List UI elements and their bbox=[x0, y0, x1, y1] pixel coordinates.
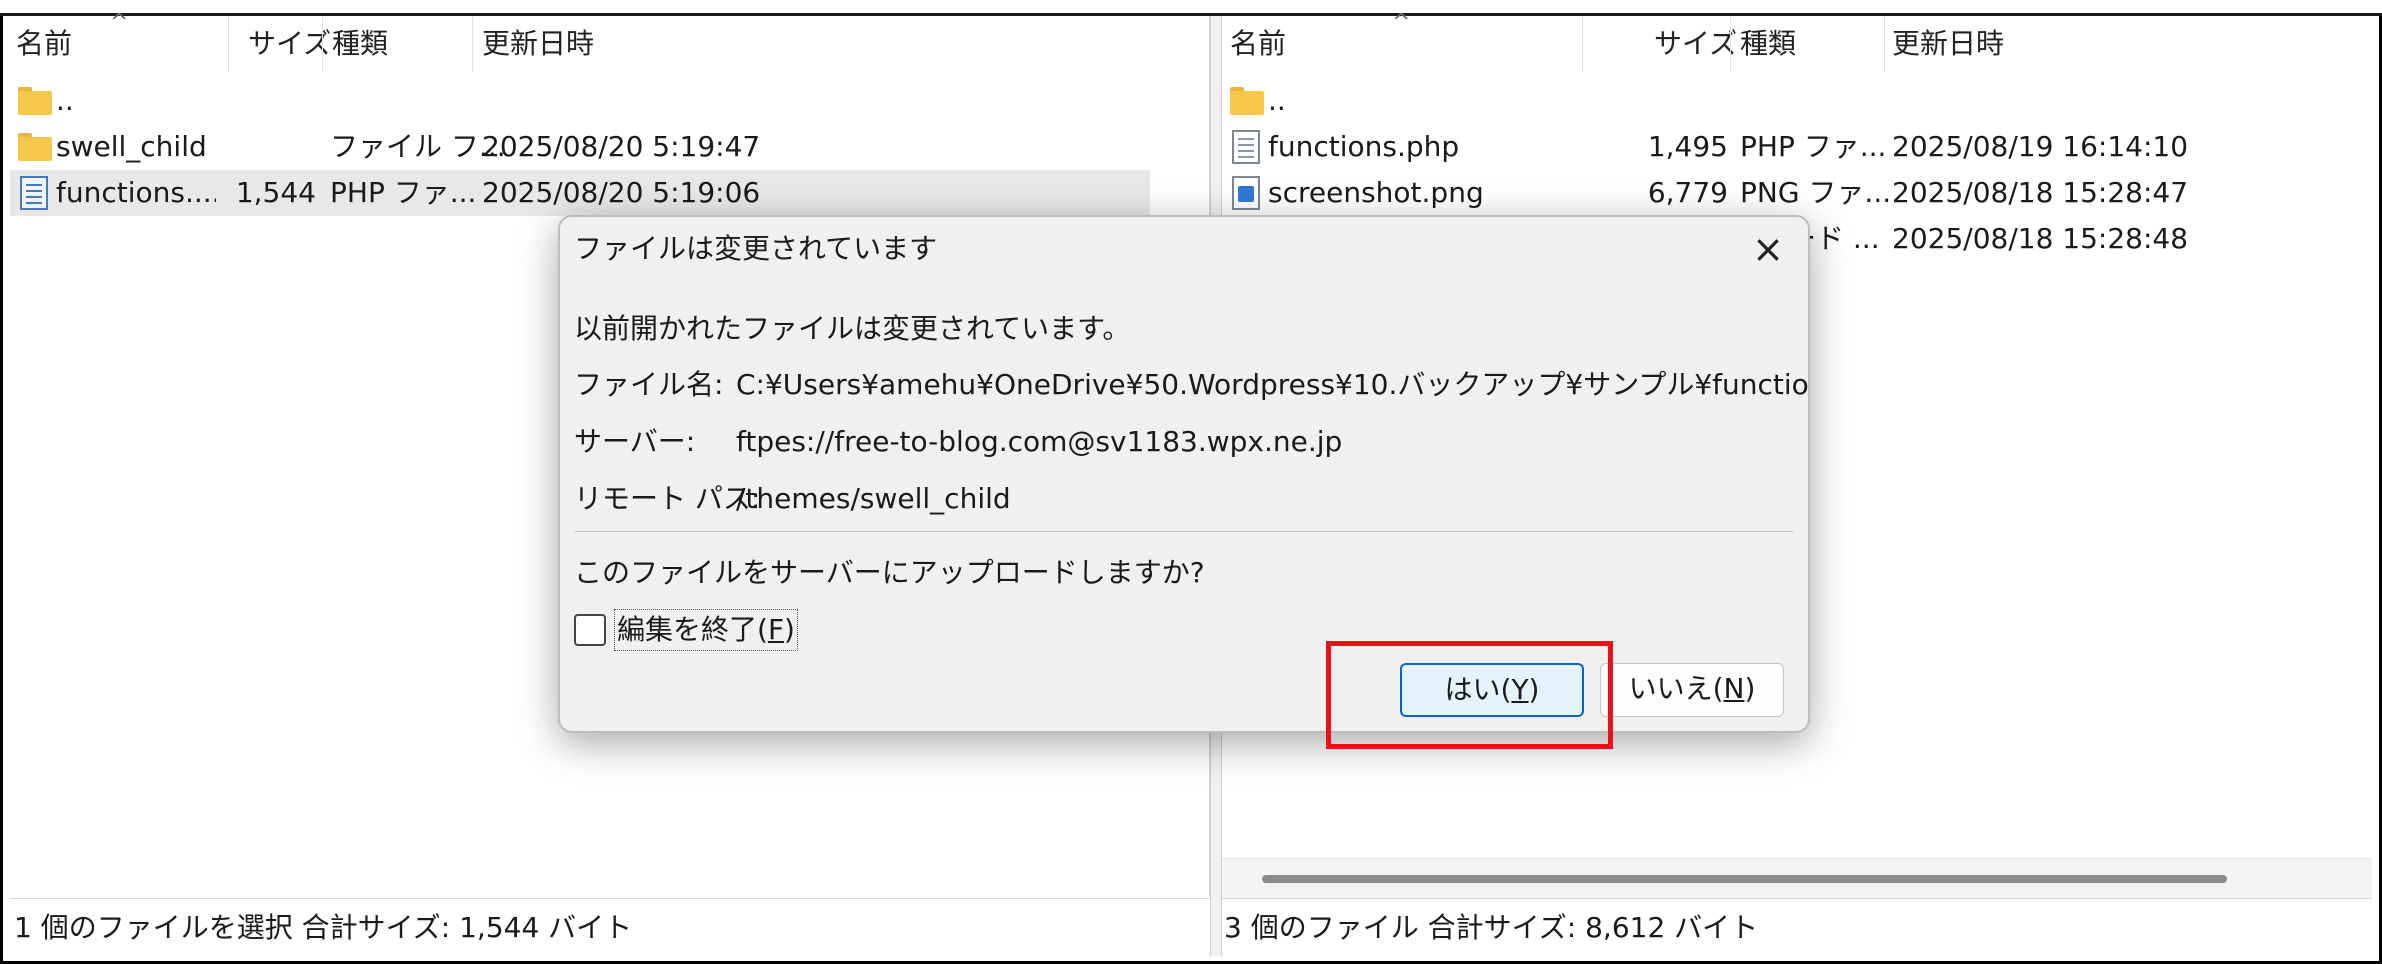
column-separator[interactable] bbox=[1730, 16, 1731, 72]
file-name: .. bbox=[56, 84, 74, 117]
folder-icon bbox=[18, 87, 52, 115]
annotation-highlight-box bbox=[1326, 641, 1613, 749]
file-modified: 2025/08/20 5:19:47 bbox=[482, 130, 761, 163]
file-row[interactable]: functions.php 1,495 PHP ファ... 2025/08/19… bbox=[1222, 124, 2372, 170]
filename-label: ファイル名: bbox=[574, 368, 724, 401]
no-button[interactable]: いいえ(N) bbox=[1600, 663, 1784, 717]
upload-question: このファイルをサーバーにアップロードしますか? bbox=[574, 556, 1205, 589]
file-row[interactable]: screenshot.png 6,779 PNG ファ... 2025/08/1… bbox=[1222, 170, 2372, 216]
remote-path-label: リモート パス: bbox=[574, 482, 761, 515]
dialog-message: 以前開かれたファイルは変更されています。 bbox=[574, 312, 1131, 345]
server-label: サーバー: bbox=[574, 425, 696, 458]
php-file-icon bbox=[20, 176, 48, 210]
server-value: ftpes://free-to-blog.com@sv1183.wpx.ne.j… bbox=[736, 425, 1343, 458]
column-type[interactable]: 種類 bbox=[1740, 24, 1796, 64]
php-file-icon bbox=[1232, 130, 1260, 164]
file-name: screenshot.png bbox=[1268, 176, 1484, 209]
column-modified[interactable]: 更新日時 bbox=[482, 24, 594, 64]
sort-ascending-icon: ^ bbox=[1392, 10, 1411, 35]
file-name: .. bbox=[1268, 84, 1286, 117]
column-separator[interactable] bbox=[322, 16, 323, 72]
remote-horizontal-scrollbar[interactable] bbox=[1222, 858, 2372, 898]
column-type[interactable]: 種類 bbox=[332, 24, 388, 64]
file-modified: 2025/08/20 5:19:06 bbox=[482, 176, 761, 209]
remote-column-header: 名前 ^ サイズ 種類 更新日時 bbox=[1222, 10, 2372, 72]
local-status-bar: 1 個のファイルを選択 合計サイズ: 1,544 バイト bbox=[10, 898, 1210, 956]
file-row-selected[interactable]: functions.... 1,544 PHP ファ... 2025/08/20… bbox=[10, 170, 1150, 216]
local-status-text: 1 個のファイルを選択 合計サイズ: 1,544 バイト bbox=[14, 911, 633, 944]
file-name: functions.... bbox=[56, 176, 216, 209]
finish-edit-checkbox[interactable] bbox=[574, 614, 606, 646]
column-name[interactable]: 名前 bbox=[16, 24, 72, 64]
close-icon[interactable]: × bbox=[1746, 229, 1790, 273]
folder-icon bbox=[18, 133, 52, 161]
png-file-icon bbox=[1232, 176, 1260, 210]
file-type: PHP ファ... bbox=[330, 176, 477, 209]
dialog-title: ファイルは変更されています bbox=[574, 232, 938, 265]
column-separator[interactable] bbox=[1884, 16, 1885, 72]
column-name[interactable]: 名前 bbox=[1230, 24, 1286, 64]
file-size: 1,495 bbox=[1647, 130, 1728, 163]
sort-ascending-icon: ^ bbox=[110, 10, 129, 35]
window-top-border bbox=[0, 0, 2382, 16]
dialog-title-bar: ファイルは変更されています × bbox=[560, 217, 1808, 283]
column-modified[interactable]: 更新日時 bbox=[1892, 24, 2004, 64]
file-row-parent[interactable]: .. bbox=[1222, 78, 2372, 124]
file-type: PNG ファ... bbox=[1740, 176, 1892, 209]
dialog-divider bbox=[574, 531, 1794, 532]
finish-edit-label[interactable]: 編集を終了(F) bbox=[614, 609, 798, 651]
file-type: PHP ファ... bbox=[1740, 130, 1887, 163]
column-size[interactable]: サイズ bbox=[1654, 24, 1737, 64]
file-modified: 2025/08/19 16:14:10 bbox=[1892, 130, 2189, 163]
file-row-parent[interactable]: .. bbox=[10, 78, 1209, 124]
file-modified: 2025/08/18 15:28:47 bbox=[1892, 176, 2189, 209]
file-name: swell_child bbox=[56, 130, 207, 163]
column-size[interactable]: サイズ bbox=[248, 24, 331, 64]
local-column-header: 名前 ^ サイズ 種類 更新日時 bbox=[10, 10, 1209, 72]
file-size: 6,779 bbox=[1647, 176, 1728, 209]
file-name: functions.php bbox=[1268, 130, 1460, 163]
column-separator[interactable] bbox=[228, 16, 229, 72]
file-type: ファイル フ... bbox=[330, 130, 506, 163]
remote-status-bar: 3 個のファイル 合計サイズ: 8,612 バイト bbox=[1222, 898, 2372, 956]
remote-status-text: 3 個のファイル 合計サイズ: 8,612 バイト bbox=[1224, 911, 1759, 944]
filename-value: C:¥Users¥amehu¥OneDrive¥50.Wordpress¥10.… bbox=[736, 368, 1810, 401]
column-separator[interactable] bbox=[472, 16, 473, 72]
folder-icon bbox=[1230, 87, 1264, 115]
scrollbar-thumb[interactable] bbox=[1262, 875, 2227, 883]
file-modified: 2025/08/18 15:28:48 bbox=[1892, 222, 2189, 255]
file-changed-dialog: ファイルは変更されています × 以前開かれたファイルは変更されています。 ファイ… bbox=[558, 215, 1810, 733]
remote-path-value: /themes/swell_child bbox=[736, 482, 1011, 515]
column-separator[interactable] bbox=[1582, 16, 1583, 72]
file-size: 1,544 bbox=[235, 176, 316, 209]
file-row[interactable]: swell_child ファイル フ... 2025/08/20 5:19:47 bbox=[10, 124, 1209, 170]
